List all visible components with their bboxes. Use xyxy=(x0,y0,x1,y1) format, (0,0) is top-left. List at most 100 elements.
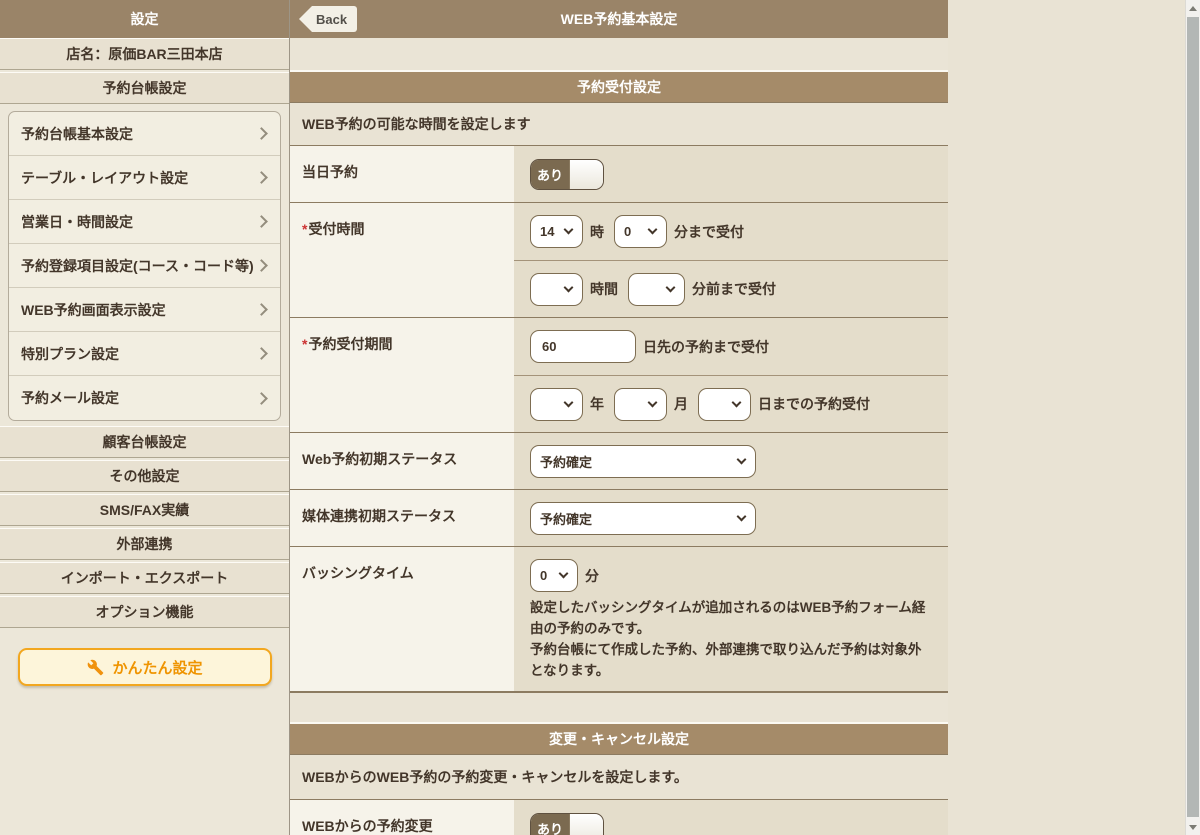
sidebar-item-label: 営業日・時間設定 xyxy=(21,213,133,230)
chevron-down-icon xyxy=(563,397,574,407)
minute-suffix: 分まで受付 xyxy=(674,223,744,240)
settings-sidebar: 設定 店名：原価BAR三田本店 予約台帳設定 予約台帳基本設定 テーブル・レイア… xyxy=(0,0,290,835)
back-button[interactable]: Back xyxy=(299,6,358,32)
required-mark: * xyxy=(302,221,308,237)
chevron-down-icon xyxy=(647,224,658,235)
same-day-toggle[interactable]: あり xyxy=(530,159,604,190)
sidebar-title: 設定 xyxy=(0,0,289,38)
section-description: WEB予約の可能な時間を設定します xyxy=(290,103,948,146)
setting-row-web-status: Web予約初期ステータス 予約確定 xyxy=(290,433,948,490)
page-header: Back WEB予約基本設定 xyxy=(290,0,948,38)
sidebar-item-label: WEB予約画面表示設定 xyxy=(21,301,166,318)
period-month-select[interactable] xyxy=(614,387,667,421)
before-minute-select[interactable] xyxy=(628,272,685,306)
sidebar-item-label: テーブル・レイアウト設定 xyxy=(21,169,189,186)
bashing-time-select[interactable]: 0 xyxy=(530,559,578,592)
scrollbar-thumb[interactable] xyxy=(1187,17,1199,817)
vertical-scrollbar[interactable] xyxy=(1185,0,1200,835)
setting-label: WEBからの予約変更 xyxy=(290,800,514,835)
chevron-down-icon xyxy=(563,282,574,292)
easy-setup-button[interactable]: かんたん設定 xyxy=(18,648,272,686)
chevron-right-icon xyxy=(255,303,268,316)
sidebar-item-external-link[interactable]: 外部連携 xyxy=(0,528,289,560)
sidebar-item-other-settings[interactable]: その他設定 xyxy=(0,460,289,492)
sidebar-item-table-layout[interactable]: テーブル・レイアウト設定 xyxy=(9,156,280,200)
setting-label: *受付時間 xyxy=(290,203,514,317)
bashing-note-1: 設定したバッシングタイムが追加されるのはWEB予約フォーム経由の予約のみです。 xyxy=(530,600,926,636)
chevron-down-icon xyxy=(736,454,747,465)
toggle-on-label: あり xyxy=(531,814,569,835)
required-mark: * xyxy=(302,336,308,352)
section-description: WEBからのWEB予約の予約変更・キャンセルを設定します。 xyxy=(290,755,948,800)
app-window: 設定 店名：原価BAR三田本店 予約台帳設定 予約台帳基本設定 テーブル・レイア… xyxy=(0,0,1200,835)
sidebar-item-import-export[interactable]: インポート・エクスポート xyxy=(0,562,289,594)
sidebar-group-reservation-ledger[interactable]: 予約台帳設定 xyxy=(0,72,289,104)
toggle-knob xyxy=(569,814,603,835)
chevron-right-icon xyxy=(255,171,268,184)
chevron-down-icon xyxy=(647,397,658,407)
sidebar-item-business-hours[interactable]: 営業日・時間設定 xyxy=(9,200,280,244)
chevron-right-icon xyxy=(255,215,268,228)
sidebar-item-registration-items[interactable]: 予約登録項目設定(コース・コード等) xyxy=(9,244,280,288)
reception-hour-select[interactable]: 14 xyxy=(530,215,583,248)
setting-row-reception-time: *受付時間 14 時 0 分まで受付 時間 分前まで受付 xyxy=(290,203,948,318)
setting-label: バッシングタイム xyxy=(290,547,514,691)
wrench-icon xyxy=(88,659,104,675)
sidebar-item-label: 予約登録項目設定(コース・コード等) xyxy=(21,257,254,274)
day-suffix: 日までの予約受付 xyxy=(758,396,870,412)
media-status-select[interactable]: 予約確定 xyxy=(530,502,756,535)
setting-label: Web予約初期ステータス xyxy=(290,433,514,489)
sidebar-item-special-plan[interactable]: 特別プラン設定 xyxy=(9,332,280,376)
setting-label: *予約受付期間 xyxy=(290,318,514,432)
setting-row-reception-period: *予約受付期間 日先の予約まで受付 年 月 xyxy=(290,318,948,433)
arrow-up-icon xyxy=(1189,5,1197,11)
web-change-toggle[interactable]: あり xyxy=(530,813,604,835)
sidebar-item-option-features[interactable]: オプション機能 xyxy=(0,596,289,628)
period-days-input[interactable] xyxy=(530,330,636,363)
chevron-down-icon xyxy=(563,224,574,235)
year-suffix: 年 xyxy=(590,396,604,412)
bashing-note-2: 予約台帳にて作成した予約、外部連携で取り込んだ予約は対象外となります。 xyxy=(530,641,922,678)
month-suffix: 月 xyxy=(674,396,688,412)
period-day-select[interactable] xyxy=(698,387,751,421)
scroll-up-button[interactable] xyxy=(1186,0,1200,16)
page-title: WEB予約基本設定 xyxy=(560,11,678,27)
reception-minute-select[interactable]: 0 xyxy=(614,215,667,248)
store-name-row: 店名：原価BAR三田本店 xyxy=(0,38,289,70)
page-gutter xyxy=(948,0,1185,835)
sidebar-item-customer-ledger[interactable]: 顧客台帳設定 xyxy=(0,426,289,458)
before-hour-select[interactable] xyxy=(530,272,583,306)
section-header-reception: 予約受付設定 xyxy=(290,72,948,103)
spacer-row xyxy=(290,38,948,72)
sidebar-item-label: 予約台帳基本設定 xyxy=(21,125,133,142)
setting-row-same-day: 当日予約 あり xyxy=(290,146,948,203)
before-minute-suffix: 分前まで受付 xyxy=(692,281,776,297)
chevron-down-icon xyxy=(665,282,676,292)
sidebar-item-sms-fax[interactable]: SMS/FAX実績 xyxy=(0,494,289,526)
chevron-right-icon xyxy=(255,347,268,360)
chevron-down-icon xyxy=(736,511,747,522)
sidebar-item-reservation-mail[interactable]: 予約メール設定 xyxy=(9,376,280,420)
chevron-down-icon xyxy=(731,397,742,407)
toggle-knob xyxy=(569,160,603,189)
web-status-select[interactable]: 予約確定 xyxy=(530,445,756,478)
setting-label: 当日予約 xyxy=(290,146,514,202)
toggle-on-label: あり xyxy=(531,160,569,189)
period-year-select[interactable] xyxy=(530,387,583,421)
before-hour-suffix: 時間 xyxy=(590,281,618,297)
chevron-right-icon xyxy=(255,127,268,140)
sidebar-item-label: 予約メール設定 xyxy=(21,390,119,406)
chevron-right-icon xyxy=(255,391,268,405)
bashing-suffix: 分 xyxy=(585,567,599,584)
scroll-down-button[interactable] xyxy=(1186,819,1200,835)
setting-row-bashing-time: バッシングタイム 0 分 設定したバッシングタイムが追加されるのはWEB予約フォ… xyxy=(290,547,948,692)
setting-label: 媒体連携初期ステータス xyxy=(290,490,514,546)
easy-setup-label: かんたん設定 xyxy=(112,659,203,677)
reservation-ledger-submenu: 予約台帳基本設定 テーブル・レイアウト設定 営業日・時間設定 予約登録項目設定(… xyxy=(8,111,281,421)
hour-suffix: 時 xyxy=(590,223,604,240)
sidebar-item-ledger-basic[interactable]: 予約台帳基本設定 xyxy=(9,112,280,156)
sidebar-item-label: 特別プラン設定 xyxy=(21,345,119,362)
sidebar-item-web-display[interactable]: WEB予約画面表示設定 xyxy=(9,288,280,332)
setting-row-web-change: WEBからの予約変更 あり xyxy=(290,800,948,835)
days-suffix: 日先の予約まで受付 xyxy=(643,338,769,355)
